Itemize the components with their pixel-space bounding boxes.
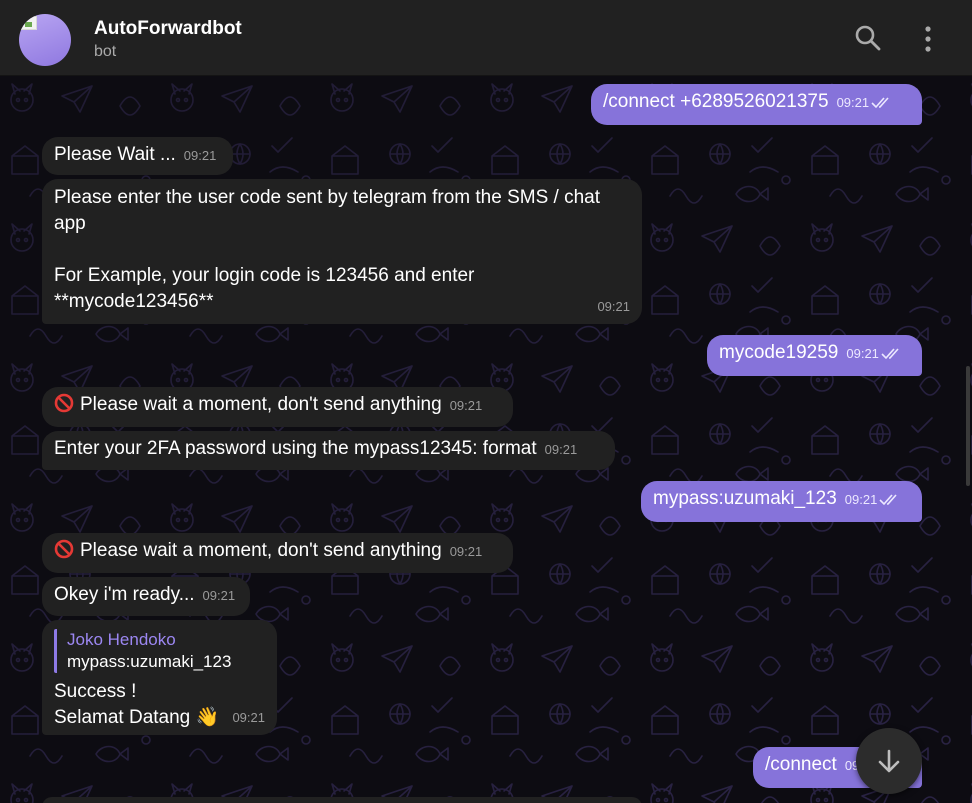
incoming-message[interactable]: Enter your 2FA password using the mypass…: [42, 431, 615, 470]
message-time: 09:21: [202, 588, 236, 603]
message-line: Please enter the user code sent by teleg…: [54, 187, 600, 208]
message-time: 09:21: [844, 492, 878, 507]
message-text: Okey i'm ready...: [54, 584, 195, 605]
chat-subtitle: bot: [94, 43, 117, 60]
message-time: 09:21: [449, 544, 483, 559]
message-line: For Example, your login code is 123456 a…: [54, 265, 475, 286]
incoming-message[interactable]: Please Wait ... 09:21: [42, 137, 233, 175]
message-time: 09:21: [449, 398, 483, 413]
arrow-down-icon: [878, 749, 900, 773]
incoming-message[interactable]: Please enter the user code sent by teleg…: [42, 179, 642, 324]
message-time: 09:21: [183, 148, 217, 163]
message-text: /connect +6289526021375: [603, 91, 829, 112]
message-time: 09:21: [597, 299, 630, 314]
incoming-message[interactable]: [42, 797, 642, 803]
message-time: 09:21: [232, 710, 265, 725]
chat-title[interactable]: AutoForwardbot: [94, 18, 242, 40]
reply-text: mypass:uzumaki_123: [67, 652, 232, 671]
scrollbar[interactable]: [966, 366, 970, 486]
no-entry-icon: [54, 393, 74, 413]
broken-image-icon: [21, 16, 37, 30]
scroll-to-bottom-button[interactable]: [856, 728, 922, 794]
message-line: app: [54, 213, 86, 234]
incoming-message[interactable]: Joko Hendoko mypass:uzumaki_123 Success …: [42, 620, 277, 735]
message-time: 09:21: [544, 442, 578, 457]
search-button[interactable]: [852, 22, 884, 54]
more-vertical-icon: [925, 26, 931, 52]
no-entry-icon: [54, 539, 74, 559]
message-text: mycode19259: [719, 342, 839, 363]
read-receipt-icon: [879, 494, 897, 506]
message-text: mypass:uzumaki_123: [653, 488, 837, 509]
incoming-message[interactable]: Please wait a moment, don't send anythin…: [42, 533, 513, 573]
incoming-message[interactable]: Okey i'm ready... 09:21: [42, 577, 250, 616]
message-line: **mycode123456**: [54, 291, 214, 312]
message-time: 09:21: [846, 346, 879, 361]
incoming-message[interactable]: Please wait a moment, don't send anythin…: [42, 387, 513, 427]
bot-avatar[interactable]: [19, 14, 71, 66]
outgoing-message[interactable]: mypass:uzumaki_123 09:21: [641, 481, 922, 522]
message-text: Please Wait ...: [54, 144, 176, 165]
message-text: Please wait a moment, don't send anythin…: [80, 540, 442, 561]
search-icon: [855, 25, 881, 51]
message-time: 09:21: [836, 95, 870, 110]
reply-author: Joko Hendoko: [67, 630, 176, 649]
more-options-button[interactable]: [912, 22, 944, 54]
read-receipt-icon: [881, 348, 899, 360]
message-text: Enter your 2FA password using the mypass…: [54, 438, 537, 459]
outgoing-message[interactable]: /connect +6289526021375 09:21: [591, 84, 922, 125]
message-line: [54, 237, 630, 263]
message-line: Success !: [54, 681, 137, 702]
reply-quote[interactable]: Joko Hendoko mypass:uzumaki_123: [54, 629, 265, 673]
message-text: Please wait a moment, don't send anythin…: [80, 394, 442, 415]
read-receipt-icon: [871, 97, 889, 109]
message-list[interactable]: /connect +6289526021375 09:21 Please Wait…: [0, 76, 972, 803]
chat-header: AutoForwardbot bot: [0, 0, 972, 76]
outgoing-message[interactable]: mycode19259 09:21: [707, 335, 922, 376]
message-text: /connect: [765, 754, 837, 775]
